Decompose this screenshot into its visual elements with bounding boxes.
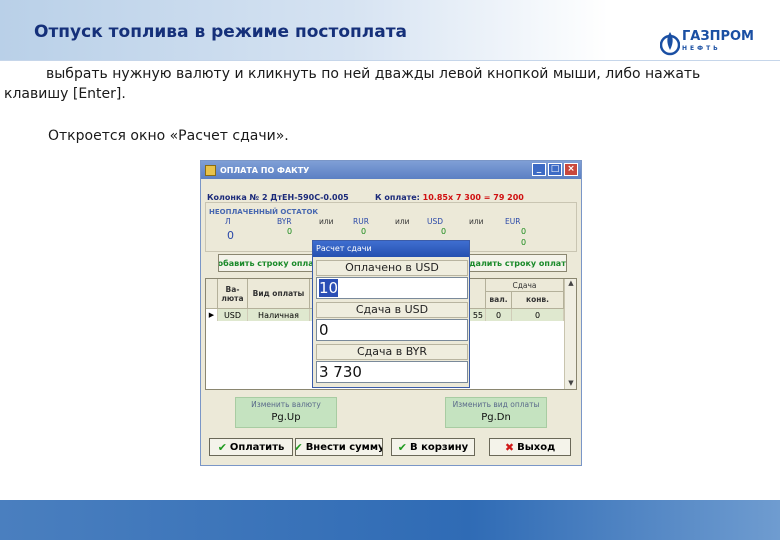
footer-band: [0, 500, 780, 540]
or-label-2: или: [395, 217, 410, 226]
change-dialog-title[interactable]: Расчет сдачи: [313, 241, 469, 257]
cell-currency[interactable]: USD: [218, 309, 248, 321]
instruction-text: выбрать нужную валюту и кликнуть по ней …: [4, 64, 778, 104]
change-usd-label: Сдача в USD: [316, 302, 468, 318]
currency-rur[interactable]: RUR: [353, 217, 369, 226]
check-icon: ✔: [296, 441, 303, 454]
gazprom-logo: ГАЗПРОМ НЕФТЬ: [659, 28, 754, 58]
cell-pay-type[interactable]: Наличная: [248, 309, 310, 321]
currency-rur-value: 0: [361, 227, 367, 236]
grid-header-change-label: Сдача: [486, 279, 563, 292]
grid-header-currency: Ва- люта: [218, 279, 248, 309]
pay-button-label: Оплатить: [229, 441, 285, 453]
hint-pgup-key: Pg.Up: [271, 412, 301, 423]
hint-change-pay-type: Изменить вид оплаты Pg.Dn: [445, 397, 547, 428]
instruction-line-3: Откроется окно «Расчет сдачи».: [48, 128, 289, 144]
amount-due-label: К оплате:: [375, 193, 420, 202]
grid-header-change: Сдача вал. конв.: [486, 279, 564, 309]
grid-header-pay-type: Вид оплаты: [248, 279, 310, 309]
cell-rate[interactable]: 0: [486, 309, 512, 321]
or-label-1: или: [319, 217, 334, 226]
exit-button-label: Выход: [517, 441, 556, 453]
grid-scrollbar[interactable]: ▲ ▼: [564, 279, 576, 389]
change-dialog: Расчет сдачи Оплачено в USD 10 Сдача в U…: [312, 240, 470, 388]
grid-header-rate: вал.: [486, 292, 512, 308]
to-cart-button-label: В корзину: [410, 441, 469, 453]
enter-sum-button-label: Внести сумму: [305, 441, 383, 453]
slide-title: Отпуск топлива в режиме постоплата: [34, 22, 408, 42]
hint-pgdn-key: Pg.Dn: [481, 412, 511, 423]
change-byr-label: Сдача в BYR: [316, 344, 468, 360]
hint-change-currency-label: Изменить валюту: [251, 400, 321, 409]
enter-sum-button[interactable]: ✔ Внести сумму: [295, 438, 383, 456]
currency-eur[interactable]: EUR: [505, 217, 520, 226]
currency-byr[interactable]: BYR: [277, 217, 292, 226]
close-icon: ✖: [504, 440, 515, 454]
scroll-down-icon[interactable]: ▼: [565, 379, 577, 389]
scroll-up-icon[interactable]: ▲: [565, 279, 577, 289]
paid-usd-input[interactable]: 10: [316, 277, 468, 299]
change-byr-field[interactable]: 3 730: [316, 361, 468, 383]
change-usd-field[interactable]: 0: [316, 319, 468, 341]
check-icon: ✔: [397, 440, 408, 454]
amount-due-value: 10.85х 7 300 = 79 200: [422, 193, 524, 202]
currency-eur-value-1: 0: [521, 227, 527, 236]
currency-usd[interactable]: USD: [427, 217, 443, 226]
close-button[interactable]: ×: [564, 163, 578, 176]
currency-eur-value-2: 0: [521, 238, 527, 247]
app-icon: [205, 164, 216, 176]
hint-change-pay-type-label: Изменить вид оплаты: [452, 400, 540, 409]
hint-change-currency: Изменить валюту Pg.Up: [235, 397, 337, 428]
maximize-button[interactable]: □: [548, 163, 562, 176]
to-cart-button[interactable]: ✔ В корзину: [391, 438, 475, 456]
add-row-button[interactable]: Добавить строку оплаты: [218, 254, 318, 272]
or-label-3: или: [469, 217, 484, 226]
currency-l[interactable]: Л: [225, 217, 231, 226]
header-divider: [0, 60, 780, 61]
cell-conv[interactable]: 0: [512, 309, 564, 321]
logo-text: ГАЗПРОМ НЕФТЬ: [682, 29, 754, 52]
delete-row-button[interactable]: Удалить строку оплаты: [469, 254, 567, 272]
currency-usd-value: 0: [441, 227, 447, 236]
pay-button[interactable]: ✔ Оплатить: [209, 438, 293, 456]
flame-icon: [659, 30, 681, 56]
grid-header-conv: конв.: [525, 295, 550, 304]
grid-header-marker: [206, 279, 218, 309]
remainder-label: НЕОПЛАЧЕННЫЙ ОСТАТОК: [209, 208, 319, 216]
currency-byr-value: 0: [287, 227, 293, 236]
paid-usd-label: Оплачено в USD: [316, 260, 468, 276]
currency-l-value: 0: [227, 229, 234, 242]
amount-due: К оплате: 10.85х 7 300 = 79 200: [375, 193, 524, 202]
window-title: ОПЛАТА ПО ФАКТУ: [220, 165, 310, 175]
minimize-button[interactable]: _: [532, 163, 546, 176]
instruction-line-1: выбрать нужную валюту и кликнуть по ней …: [46, 66, 701, 82]
check-icon: ✔: [217, 440, 227, 454]
row-marker-icon: ▶: [206, 309, 218, 321]
paid-usd-value: 10: [319, 279, 339, 297]
instruction-line-2: клавишу [Enter].: [4, 86, 126, 102]
pump-info: Колонка № 2 ДтЕН-590С-0.005: [207, 193, 349, 202]
window-title-bar[interactable]: ОПЛАТА ПО ФАКТУ: [201, 161, 581, 179]
exit-button[interactable]: ✖ Выход: [489, 438, 571, 456]
